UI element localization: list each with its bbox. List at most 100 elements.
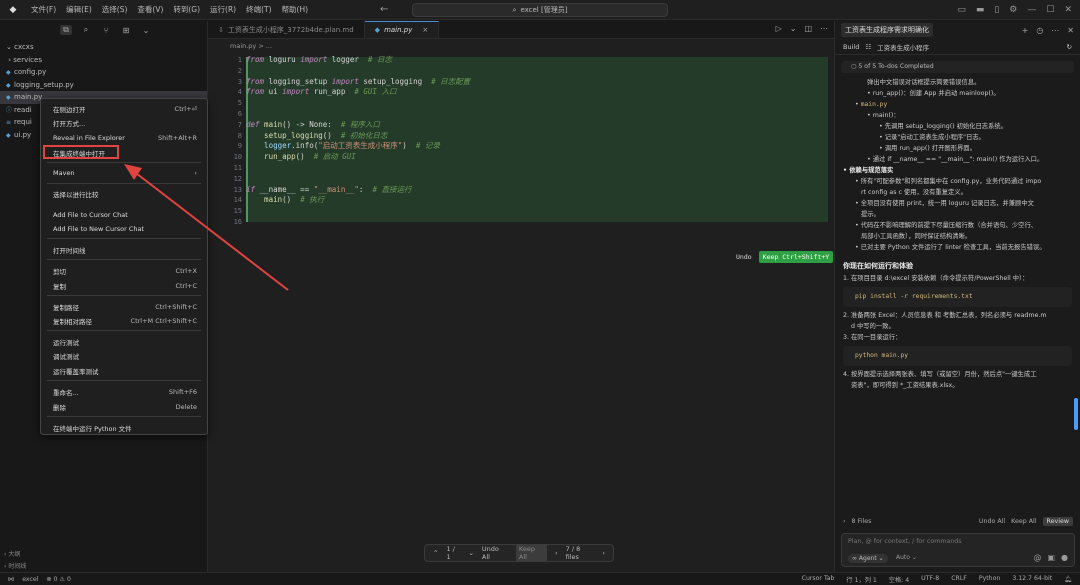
context-menu-item[interactable]: 打开方式... [41,117,207,129]
undo-button[interactable]: Undo [732,251,756,263]
bell-icon[interactable]: 🔔︎ [1064,575,1072,584]
more-icon[interactable]: ⋯ [820,24,828,33]
more-icon[interactable]: ⋯ [1051,26,1059,35]
chevron-right-icon[interactable]: › [843,518,846,525]
undo-all-button[interactable]: Undo All [979,518,1005,525]
source-control-icon[interactable]: ⑂ [100,26,112,35]
keep-button[interactable]: Keep Ctrl+Shift+Y [758,251,834,263]
menu-file[interactable]: 文件(F) [26,0,61,20]
tree-item-services[interactable]: › services [0,54,207,67]
context-menu-item[interactable]: 删除 Delete [41,401,207,413]
chat-input[interactable]: Plan, @ for context, / for commands ∞ Ag… [841,533,1075,567]
breadcrumb[interactable]: main.py > ... [208,39,834,53]
context-menu-item[interactable]: 在侧边打开 Ctrl+⏎ [41,103,207,115]
extensions-icon[interactable]: ⊞ [120,26,132,35]
menu-select[interactable]: 选择(S) [97,0,133,20]
menu-terminal[interactable]: 终端(T) [241,0,276,20]
prev-file-icon[interactable]: ‹ [555,549,558,557]
files-icon[interactable]: ⧉ [60,25,72,35]
next-file-icon[interactable]: › [602,549,605,557]
remote-icon[interactable]: ⋈ [8,576,14,583]
context-menu-item[interactable]: 运行测试 [41,336,207,348]
tab-plan-md[interactable]: ⇩ 工资表生成小程序_3772b4de.plan.md [208,21,365,38]
context-menu-item[interactable]: Add File to Cursor Chat [41,209,207,221]
context-menu-item[interactable]: 在终端中运行 Python 文件 [41,422,207,434]
context-menu-item[interactable]: Add File to New Cursor Chat [41,223,207,235]
tab-main-py[interactable]: ◆ main.py × [364,21,440,38]
status-position[interactable]: 行 1，列 1 [846,575,876,584]
tree-root[interactable]: ⌄ cxcxs [0,41,207,54]
chat-scrollbar[interactable] [1074,398,1078,430]
status-eol[interactable]: CRLF [951,575,967,584]
context-menu-item[interactable]: 运行覆盖率测试 [41,365,207,377]
menu-run[interactable]: 运行(R) [205,0,241,20]
sidebar-toggle-icon[interactable]: ▯ [994,5,999,15]
run-icon[interactable]: ▷ [776,24,782,33]
menu-edit[interactable]: 编辑(E) [61,0,97,20]
status-workspace[interactable]: excel [22,576,38,583]
model-selector[interactable]: Auto ⌄ [896,554,917,561]
minimize-icon[interactable]: — [1027,5,1036,15]
close-icon[interactable]: ✕ [1064,5,1072,15]
undo-all-button[interactable]: Undo All [482,545,508,561]
status-indent[interactable]: 空格: 4 [889,575,909,584]
refresh-icon[interactable]: ↻ [1067,43,1072,51]
code-view[interactable]: 1 2 3 4 5 6 7 8 9 10 11 12 13 14 15 16 from loguru impo… [208,55,834,263]
files-count[interactable]: 8 Files [852,518,872,525]
code-block[interactable]: pip install -r requirements.txt [843,287,1072,307]
search-icon[interactable]: ⌕ [80,25,92,35]
history-icon[interactable]: ◷ [1036,26,1043,35]
layout-icon[interactable]: ▭ [957,5,966,15]
chevron-down-icon[interactable]: ⌄ [140,26,152,35]
status-right: Cursor Tab 行 1，列 1 空格: 4 UTF-8 CRLF Pyth… [802,575,1080,584]
python-file-icon: ◆ [6,94,11,101]
gear-icon[interactable]: ⚙ [1009,5,1017,15]
context-menu-item[interactable]: 复制相对路径 Ctrl+M Ctrl+Shift+C [41,315,207,327]
build-title: 工资表生成小程序 [877,43,930,52]
context-menu-item[interactable]: 复制路径 Ctrl+Shift+C [41,301,207,313]
context-menu-item[interactable]: 重命名... Shift+F6 [41,386,207,398]
tree-item-config[interactable]: ◆ config.py [0,66,207,79]
menu-item-shortcut: Ctrl+C [175,282,197,290]
status-interpreter[interactable]: 3.12.7 64-bit [1012,575,1052,584]
image-icon[interactable]: ▣ [1047,553,1055,562]
menu-goto[interactable]: 转到(G) [168,0,205,20]
close-icon[interactable]: ✕ [1067,26,1074,35]
maximize-icon[interactable]: ☐ [1046,5,1054,15]
context-menu-item[interactable]: 复制 Ctrl+C [41,280,207,292]
status-cursor-tab[interactable]: Cursor Tab [802,575,835,584]
status-problems[interactable]: ⊗ 0 ⚠ 0 [46,576,71,583]
command-center[interactable]: ⌕ excel [管理员] [412,3,668,17]
menu-view[interactable]: 查看(V) [132,0,168,20]
review-button[interactable]: Review [1042,516,1073,526]
keep-all-button[interactable]: Keep All [515,544,548,562]
context-menu-item[interactable]: 选择以进行比较 [41,188,207,200]
tree-item-logging-setup[interactable]: ◆ logging_setup.py [0,79,207,92]
context-menu-item[interactable]: 调试测试 [41,350,207,362]
agent-mode-selector[interactable]: ∞ Agent ⌄ [848,554,888,563]
code-block[interactable]: python main.py [843,346,1072,366]
context-menu-item[interactable]: Reveal in File Explorer Shift+Alt+R [41,132,207,144]
todos-status[interactable]: ○ 5 of 5 To-dos Completed [841,61,1074,73]
chat-title[interactable]: 工资表生成程序需求明确化 [841,23,933,37]
list-item: • main.py [855,101,888,108]
context-menu-item[interactable]: 剪切 Ctrl+X [41,265,207,277]
chevron-down-icon[interactable]: ⌄ [790,24,797,33]
nav-back-icon[interactable]: ← [380,3,398,17]
menu-help[interactable]: 帮助(H) [277,0,314,20]
tab-close-icon[interactable]: × [422,26,428,34]
mention-icon[interactable]: @ [1033,553,1041,562]
split-editor-icon[interactable]: ◫ [804,24,812,33]
context-menu-item[interactable]: 打开时间线 [41,244,207,256]
panel-toggle-icon[interactable]: ▬ [976,5,985,15]
context-menu-item[interactable]: Maven › [41,167,207,179]
chevron-down-icon[interactable]: ⌄ [468,549,473,557]
keep-all-button[interactable]: Keep All [1011,518,1036,525]
outline-section[interactable]: › 大纲 [0,549,208,561]
build-row[interactable]: Build ☷ 工资表生成小程序 ↻ [835,39,1080,55]
chevron-up-icon[interactable]: ⌃ [433,549,438,557]
send-icon[interactable]: ● [1061,553,1068,562]
status-encoding[interactable]: UTF-8 [921,575,939,584]
plus-icon[interactable]: + [1022,26,1029,35]
status-language[interactable]: Python [979,575,1000,584]
